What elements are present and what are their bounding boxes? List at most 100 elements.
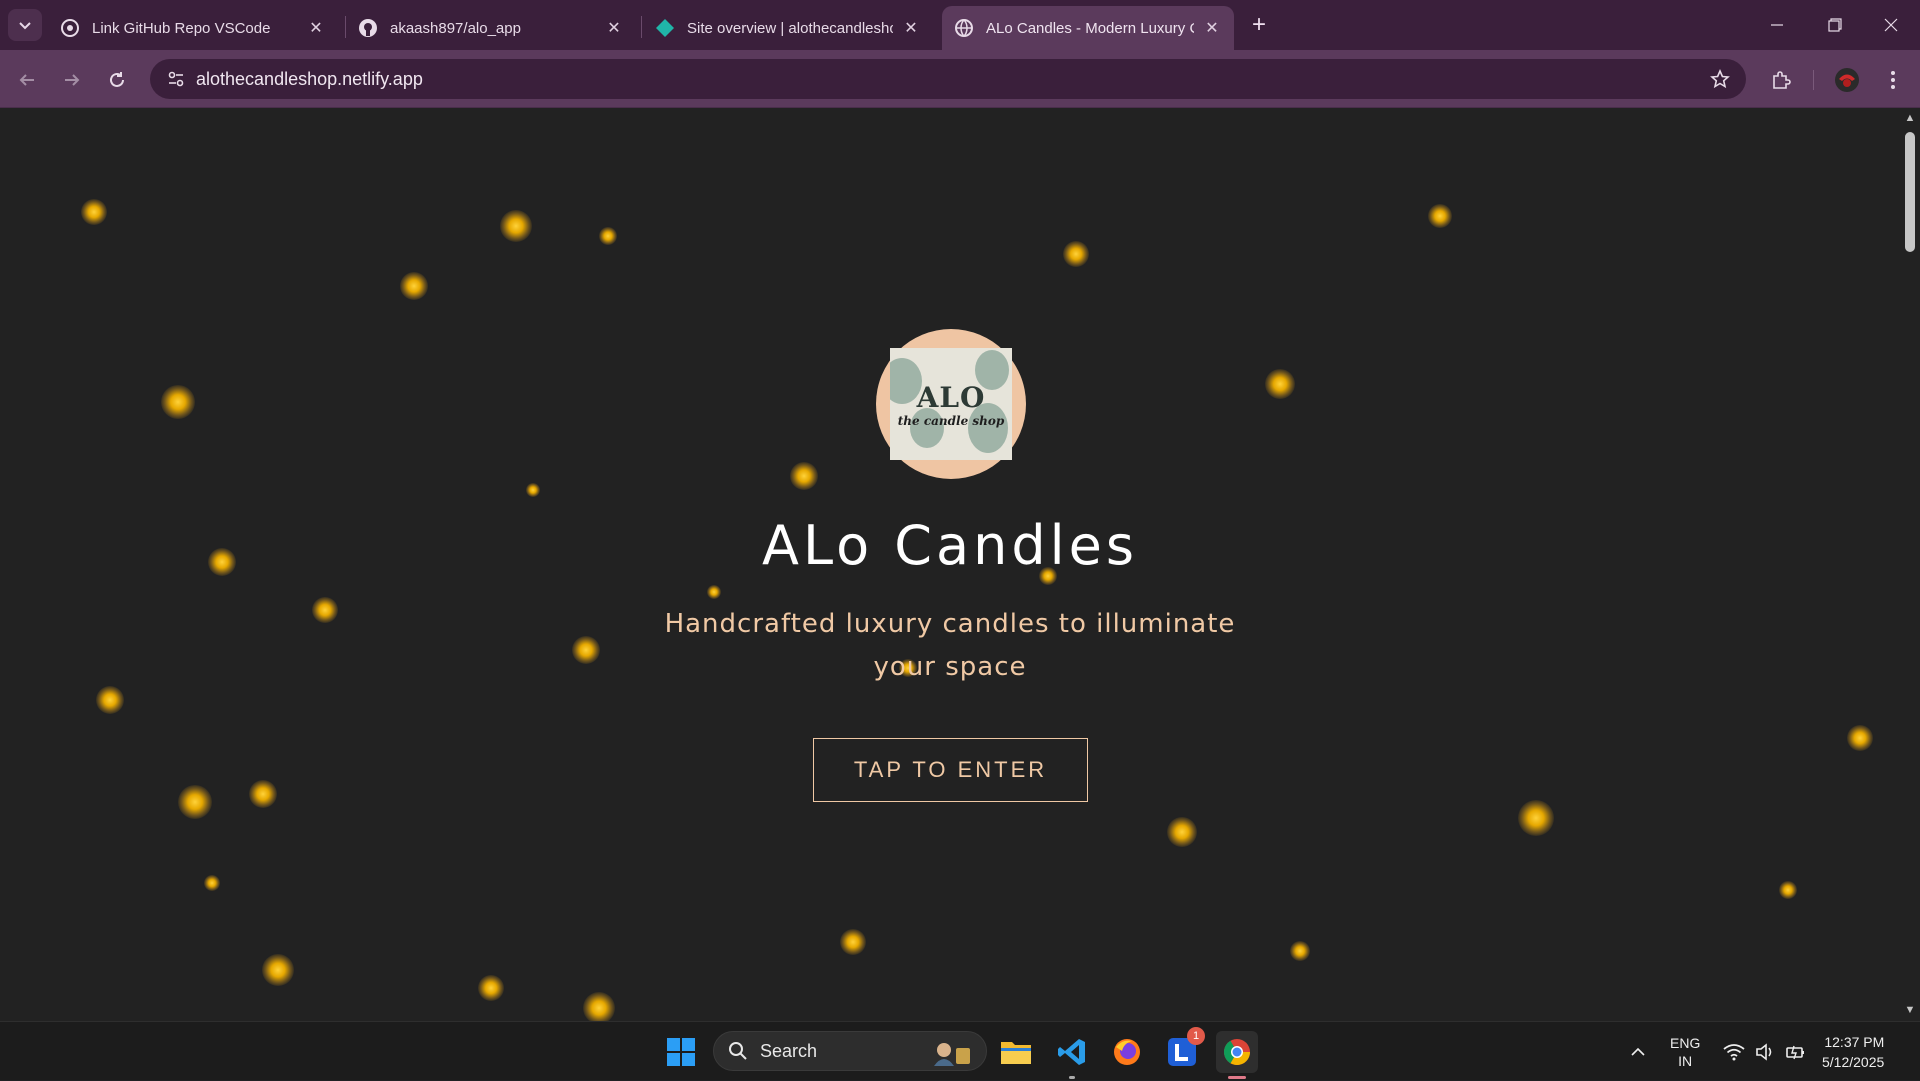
tab-separator: [641, 16, 642, 38]
firefly-glow: [1265, 369, 1295, 399]
reload-button[interactable]: [100, 63, 134, 97]
close-window-button[interactable]: [1862, 0, 1920, 50]
firefly-glow: [840, 929, 866, 955]
scroll-up-icon[interactable]: ▲: [1904, 112, 1916, 124]
close-icon[interactable]: ✕: [1202, 18, 1222, 38]
tab-search-button[interactable]: [8, 9, 42, 41]
tagline: Handcrafted luxury candles to illuminate…: [650, 603, 1250, 689]
new-tab-button[interactable]: +: [1244, 10, 1274, 40]
avatar-icon: [1835, 68, 1859, 92]
page-scrollbar[interactable]: ▲ ▼: [1900, 108, 1920, 1021]
taskbar: Search 1 ENG IN 12:37 PM 5/12/2025: [0, 1021, 1920, 1080]
chevron-down-icon: [19, 22, 31, 30]
clock[interactable]: 12:37 PM 5/12/2025: [1822, 1022, 1884, 1081]
start-button[interactable]: [660, 1031, 702, 1073]
clock-time: 12:37 PM: [1824, 1033, 1885, 1050]
minimize-button[interactable]: [1748, 0, 1806, 50]
arrow-right-icon: [65, 74, 80, 86]
firefly-glow: [161, 385, 195, 419]
region-code: IN: [1678, 1052, 1693, 1069]
folder-icon: [1001, 1042, 1031, 1064]
restore-button[interactable]: [1806, 0, 1864, 50]
minimize-icon: [1771, 24, 1783, 26]
firefly-glow: [400, 272, 428, 300]
file-explorer-button[interactable]: [995, 1031, 1037, 1073]
extensions-button[interactable]: [1764, 63, 1798, 97]
firefly-glow: [178, 785, 212, 819]
logo-text: ALO: [916, 380, 986, 414]
openai-icon: [60, 18, 80, 38]
firefly-glow: [1167, 817, 1197, 847]
search-icon: [728, 1041, 748, 1061]
clock-date: 5/12/2025: [1822, 1053, 1885, 1070]
l-app-button[interactable]: 1: [1161, 1027, 1205, 1073]
tap-to-enter-button[interactable]: TAP TO ENTER: [813, 738, 1088, 802]
scroll-thumb[interactable]: [1905, 132, 1915, 252]
tab-title: ALo Candles - Modern Luxury C: [986, 19, 1194, 37]
vscode-button[interactable]: [1051, 1031, 1093, 1079]
reload-icon: [110, 72, 124, 87]
volume-icon: [1756, 1042, 1772, 1061]
language-indicator[interactable]: ENG IN: [1670, 1022, 1700, 1081]
address-bar[interactable]: alothecandleshop.netlify.app: [150, 59, 1746, 99]
site-info-icon[interactable]: [156, 59, 196, 99]
firefly-glow: [790, 462, 818, 490]
menu-button[interactable]: [1876, 63, 1910, 97]
bookmark-star-icon[interactable]: [1708, 67, 1732, 91]
scroll-down-icon[interactable]: ▼: [1904, 1004, 1916, 1016]
battery-icon: [1786, 1045, 1804, 1059]
search-highlight-icon: [930, 1038, 974, 1071]
brand-logo: ALO the candle shop: [876, 329, 1026, 479]
firefly-glow: [249, 780, 277, 808]
logo-image: ALO the candle shop: [890, 348, 1012, 460]
firefly-glow: [1290, 941, 1310, 961]
firefly-glow: [204, 875, 220, 891]
firefly-glow: [96, 686, 124, 714]
firefly-glow: [262, 954, 294, 986]
more-vert-icon: [1891, 71, 1895, 89]
chrome-button[interactable]: [1216, 1031, 1258, 1079]
system-status-area[interactable]: [1723, 1022, 1807, 1081]
close-icon[interactable]: ✕: [901, 18, 921, 38]
netlify-icon: [655, 18, 675, 38]
chevron-up-icon: [1631, 1047, 1645, 1056]
chrome-icon: [1223, 1039, 1251, 1066]
firefly-glow: [1518, 800, 1554, 836]
arrow-left-icon: [19, 74, 34, 86]
firefly-glow: [478, 975, 504, 1001]
windows-icon: [667, 1038, 695, 1066]
back-button[interactable]: [10, 63, 44, 97]
page-content: ALO the candle shop ALo Candles Handcraf…: [0, 108, 1900, 1021]
profile-avatar[interactable]: [1830, 63, 1864, 97]
tab-title: Site overview | alothecandleshop: [687, 19, 893, 37]
firefly-glow: [500, 210, 532, 242]
search-label: Search: [760, 1040, 818, 1061]
tab-title: Link GitHub Repo VSCode: [92, 19, 271, 37]
tab-title: akaash897/alo_app: [390, 19, 521, 37]
close-icon[interactable]: ✕: [604, 18, 624, 38]
tagline-line-2: your space: [873, 652, 1027, 682]
tagline-line-1: Handcrafted luxury candles to illuminate: [664, 609, 1236, 639]
forward-button[interactable]: [55, 63, 89, 97]
globe-icon: [954, 18, 974, 38]
browser-toolbar: alothecandleshop.netlify.app: [0, 50, 1920, 108]
firefly-glow: [599, 227, 617, 245]
firefox-button[interactable]: [1106, 1031, 1148, 1073]
notification-badge: 1: [1187, 1027, 1205, 1045]
plus-icon: +: [1251, 11, 1266, 38]
taskbar-search[interactable]: Search: [713, 1031, 987, 1071]
close-icon[interactable]: ✕: [306, 18, 326, 38]
tab-alo-candles[interactable]: ALo Candles - Modern Luxury C ✕: [942, 6, 1234, 50]
firefly-glow: [707, 585, 721, 599]
firefly-glow: [583, 992, 615, 1021]
show-hidden-icons-button[interactable]: [1630, 1022, 1646, 1081]
tab-github-alo-app[interactable]: akaash897/alo_app ✕: [346, 6, 636, 50]
github-icon: [358, 18, 378, 38]
tab-strip: Link GitHub Repo VSCode ✕ akaash897/alo_…: [0, 0, 1920, 50]
firefly-glow: [572, 636, 600, 664]
tab-link-github-repo[interactable]: Link GitHub Repo VSCode ✕: [48, 6, 338, 50]
language-code: ENG: [1670, 1034, 1701, 1051]
page-title: ALo Candles: [762, 514, 1138, 577]
firefly-glow: [1063, 241, 1089, 267]
tab-site-overview[interactable]: Site overview | alothecandleshop ✕: [643, 6, 933, 50]
